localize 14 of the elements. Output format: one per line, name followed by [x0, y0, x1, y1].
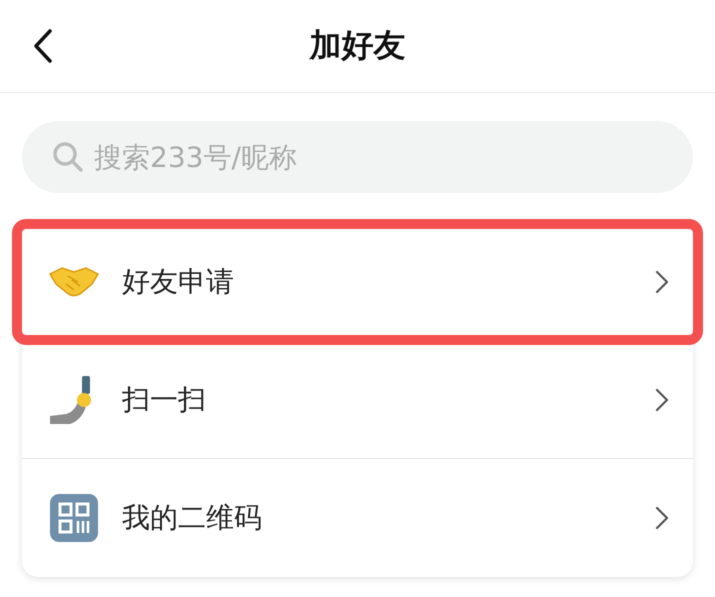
- chevron-right-icon: [655, 270, 669, 294]
- menu-label: 好友申请: [122, 264, 235, 300]
- search-icon: [52, 141, 84, 173]
- menu-item[interactable]: 好友申请: [16, 223, 699, 341]
- page-title: 加好友: [310, 25, 406, 66]
- chevron-right-icon: [655, 388, 669, 412]
- back-icon[interactable]: [32, 28, 54, 64]
- menu-label: 我的二维码: [122, 500, 263, 536]
- menu-item[interactable]: 扫一扫: [22, 341, 693, 459]
- menu-label: 扫一扫: [122, 382, 207, 418]
- menu-item[interactable]: 我的二维码: [22, 459, 693, 577]
- search-field[interactable]: 搜索233号/昵称: [22, 121, 693, 193]
- chevron-right-icon: [655, 506, 669, 530]
- qr-code-icon: [48, 492, 100, 544]
